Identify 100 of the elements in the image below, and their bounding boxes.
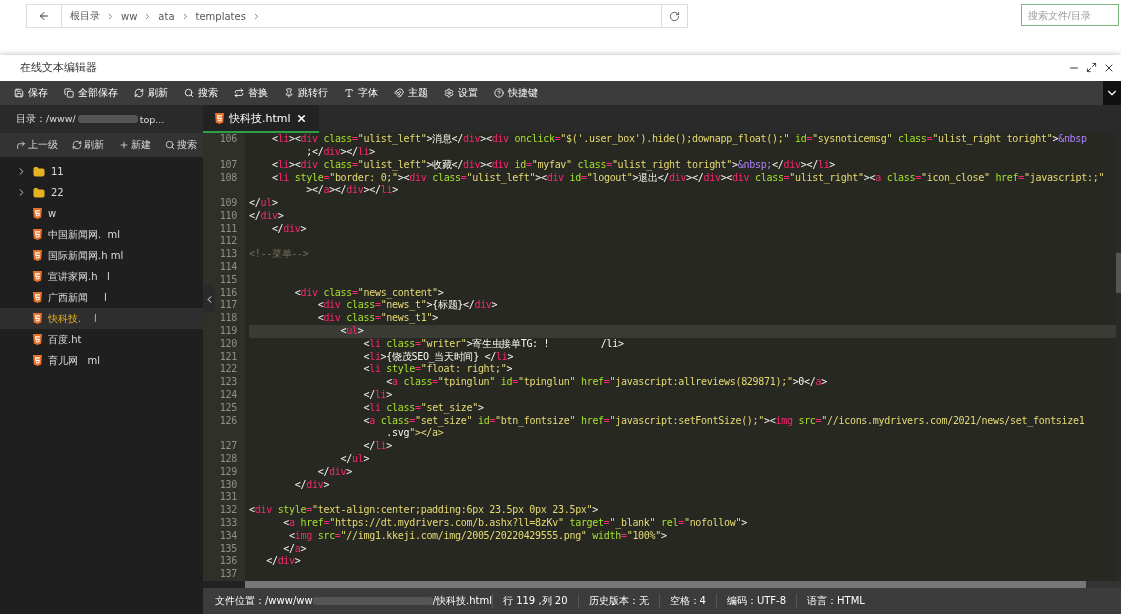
code-line: </li> bbox=[362, 389, 393, 401]
line-number: 118 bbox=[218, 312, 238, 326]
line-number: 137 bbox=[218, 568, 238, 581]
html-file-icon bbox=[33, 313, 42, 325]
file-path: /快科技.html bbox=[432, 594, 492, 608]
search-field[interactable]: 搜索文件/目录 bbox=[1021, 4, 1119, 26]
sidebar-action[interactable]: 上一级 bbox=[16, 138, 58, 152]
toolbar-button[interactable]: 搜索 bbox=[180, 81, 228, 106]
directory-path: 目录：/www/ bbox=[16, 112, 76, 126]
html-file-icon bbox=[33, 292, 42, 304]
breadcrumb-item[interactable]: 根目录 bbox=[70, 9, 100, 23]
file-tree-item[interactable]: 中国新闻网. ml bbox=[0, 224, 203, 246]
file-name: 育儿网 ml bbox=[48, 353, 101, 368]
sidebar-action[interactable]: 新建 bbox=[118, 138, 151, 152]
copy-icon bbox=[64, 88, 74, 99]
close-icon[interactable] bbox=[295, 112, 307, 124]
html-file-icon bbox=[33, 334, 42, 346]
directory-path: top... bbox=[139, 113, 165, 125]
file-name: 国际新闻网.h ml bbox=[48, 248, 124, 263]
code-line: </ul> bbox=[339, 453, 370, 465]
toolbar-button[interactable]: 替换 bbox=[230, 81, 278, 106]
sidebar-action[interactable]: 搜索 bbox=[165, 138, 197, 152]
collapse-handle[interactable] bbox=[203, 285, 215, 314]
back-button[interactable] bbox=[26, 4, 62, 28]
html-file-icon bbox=[33, 229, 42, 241]
breadcrumb-item[interactable]: templates bbox=[195, 10, 246, 22]
code-line: <li style="float: right;"> bbox=[362, 363, 513, 375]
breadcrumb-item[interactable]: ata bbox=[158, 10, 175, 22]
file-tree-item[interactable]: 百度.ht bbox=[0, 329, 203, 351]
code-line: <li style="border: 0;"><div class="ulist_left"><div id="logout">退出</div></div><div class="ulist_right"><a class="icon_close" href="javascript:;" bbox=[270, 171, 1105, 183]
file-name: 宣讲家网.h l bbox=[48, 269, 110, 284]
folder-icon bbox=[33, 165, 45, 178]
code-line: <a class="set_size" id="btn_fontsize" href="javascript:setFontSize();"><img src="//icons.mydrivers.com/2021/news/set_fontsize1 bbox=[362, 414, 1085, 426]
line-number: 125 bbox=[218, 401, 238, 415]
text-icon bbox=[344, 88, 354, 99]
toolbar-button[interactable]: 主题 bbox=[390, 81, 438, 106]
maximize-icon[interactable] bbox=[1086, 62, 1097, 74]
magnet-icon bbox=[394, 88, 404, 99]
file-tree-item[interactable]: 广西新闻 l bbox=[0, 287, 203, 309]
file-name: 广西新闻 l bbox=[48, 290, 107, 305]
file-name: 22 bbox=[51, 187, 64, 199]
refresh-icon bbox=[72, 140, 83, 151]
file-tree-item[interactable]: w bbox=[0, 203, 203, 225]
file-name: 中国新闻网. ml bbox=[48, 227, 121, 242]
line-number: 116 bbox=[218, 286, 238, 300]
code-line: <li><div class="ulist_left">消息</div><div onclick="$('.user_box').hide();downapp_float();" id="sysnoticemsg" class="ulist_right toright">&nbsp bbox=[270, 133, 1087, 145]
file-tree-item[interactable]: 快科技. l bbox=[0, 308, 203, 330]
code-line: <div class="news_t1"> bbox=[316, 312, 438, 324]
file-name: w bbox=[48, 208, 57, 220]
file-tree-item[interactable]: 国际新闻网.h ml bbox=[0, 245, 203, 267]
code-line: </li> bbox=[362, 440, 393, 452]
line-number: 120 bbox=[218, 337, 238, 351]
code-line: </ul> bbox=[249, 197, 278, 209]
chevron-icon bbox=[106, 11, 115, 21]
html-file-icon bbox=[33, 355, 42, 367]
toolbar-button[interactable]: 设置 bbox=[440, 81, 488, 106]
toolbar-button[interactable]: 跳转行 bbox=[280, 81, 338, 106]
toolbar-button[interactable]: 全部保存 bbox=[60, 81, 128, 106]
scrollbar[interactable] bbox=[245, 581, 1121, 588]
code-line: <div class="news_t">{标题}</div> bbox=[316, 299, 498, 311]
line-number: 136 bbox=[218, 555, 238, 569]
file-name: 11 bbox=[51, 166, 64, 178]
status-item: 语言：HTML bbox=[796, 594, 875, 608]
file-tree-item[interactable]: 宣讲家网.h l bbox=[0, 266, 203, 288]
breadcrumb-item[interactable]: ww bbox=[121, 10, 138, 22]
status-item: 行 119 ,列 20 bbox=[491, 594, 578, 608]
line-number: 127 bbox=[218, 440, 238, 454]
code-line: <div style="text-align:center;padding:6px 23.5px 0px 23.5px"> bbox=[249, 504, 599, 516]
file-tree-item[interactable]: 育儿网 ml bbox=[0, 350, 203, 372]
line-number: 130 bbox=[218, 478, 238, 492]
html-file-icon bbox=[33, 271, 42, 283]
sidebar-action[interactable]: 刷新 bbox=[72, 138, 105, 152]
line-number: 135 bbox=[218, 542, 238, 556]
code-line: <!--菜单--> bbox=[249, 248, 309, 260]
expand-button[interactable] bbox=[1103, 81, 1121, 106]
line-number: 122 bbox=[218, 363, 238, 377]
scrollbar[interactable] bbox=[1116, 133, 1121, 581]
status-item: 编码：UTF-8 bbox=[715, 594, 797, 608]
line-number: 126 bbox=[218, 414, 238, 428]
toolbar-button[interactable]: 保存 bbox=[10, 81, 58, 106]
pin-icon bbox=[284, 88, 294, 99]
file-tree-item[interactable]: 22 bbox=[0, 182, 203, 204]
file-tree-item[interactable]: 11 bbox=[0, 161, 203, 183]
line-number: 128 bbox=[218, 453, 238, 466]
editor-tab[interactable]: 快科技.html bbox=[203, 105, 319, 134]
code-line: <li class="writer">寄生虫接单TG: ! /li> bbox=[362, 337, 624, 349]
code-line: </a> bbox=[282, 542, 307, 554]
file-path: 文件位置：/www/ww bbox=[215, 594, 313, 608]
toolbar-button[interactable]: 字体 bbox=[340, 81, 388, 106]
toolbar-button[interactable]: 刷新 bbox=[130, 81, 178, 106]
line-number: 121 bbox=[218, 350, 238, 364]
toolbar-button[interactable]: 快捷键 bbox=[490, 81, 548, 106]
line-number: 113 bbox=[218, 248, 238, 262]
code-line: <img src="//img1.kkeji.com/img/2005/20220429555.png" width="100%"> bbox=[288, 529, 667, 541]
code-line: <a class="tpinglun" id="tpinglun" href="javascript:allreviews(829871);">0</a> bbox=[385, 376, 827, 388]
code-line: </div> bbox=[265, 555, 301, 567]
code-line: </div> bbox=[293, 478, 330, 490]
refresh-button[interactable] bbox=[662, 4, 688, 28]
refresh-icon bbox=[669, 10, 680, 22]
line-number: 110 bbox=[218, 209, 238, 223]
